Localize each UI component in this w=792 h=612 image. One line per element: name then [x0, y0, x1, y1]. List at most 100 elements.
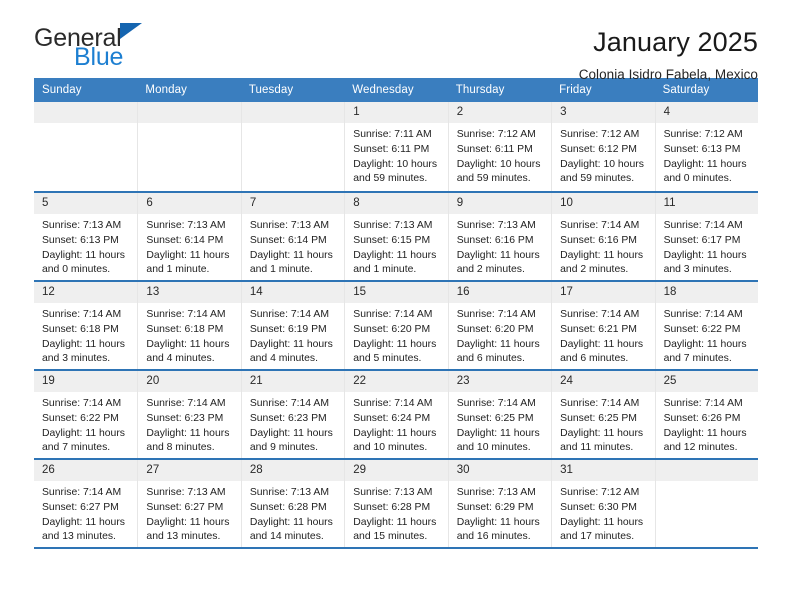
calendar-day-cell[interactable]: 2 Sunrise: 7:12 AM Sunset: 6:11 PM Daylight… [447, 102, 552, 191]
calendar-day-cell[interactable]: 11 Sunrise: 7:14 AM Sunset: 6:17 PM Dayligh… [654, 193, 758, 280]
sunrise-time: Sunrise: 7:14 AM [249, 398, 329, 409]
calendar-day-cell[interactable]: 12 Sunrise: 7:14 AM Sunset: 6:18 PM Dayligh… [34, 282, 138, 369]
daylight-duration-line2: and 10 minutes. [456, 442, 531, 454]
daylight-duration-line1: Daylight: 11 hours [353, 249, 437, 261]
day-number: 6 [138, 193, 241, 214]
day-number [655, 460, 758, 481]
day-details: Sunrise: 7:13 AM Sunset: 6:15 PM Daylight:… [345, 214, 447, 278]
calendar-day-cell[interactable]: 6 Sunrise: 7:13 AM Sunset: 6:14 PM Daylight… [137, 193, 241, 280]
sunrise-time: Sunrise: 7:14 AM [42, 487, 122, 498]
day-details: Sunrise: 7:14 AM Sunset: 6:27 PM Daylight:… [34, 481, 137, 545]
calendar-day-cell[interactable]: 16 Sunrise: 7:14 AM Sunset: 6:20 PM Dayligh… [447, 282, 552, 369]
sunset-time: Sunset: 6:15 PM [353, 234, 431, 246]
calendar-day-cell[interactable]: 3 Sunrise: 7:12 AM Sunset: 6:12 PM Daylight… [551, 102, 655, 191]
day-details: Sunrise: 7:13 AM Sunset: 6:28 PM Daylight:… [345, 481, 447, 545]
calendar-day-cell[interactable]: 8 Sunrise: 7:13 AM Sunset: 6:15 PM Daylight… [344, 193, 448, 280]
calendar-day-cell[interactable]: 14 Sunrise: 7:14 AM Sunset: 6:19 PM Dayligh… [240, 282, 345, 369]
day-details: Sunrise: 7:12 AM Sunset: 6:30 PM Daylight:… [552, 481, 654, 545]
day-details: Sunrise: 7:13 AM Sunset: 6:16 PM Daylight:… [449, 214, 551, 278]
day-number: 26 [34, 460, 138, 481]
daylight-duration-line2: and 2 minutes. [560, 264, 629, 276]
sunrise-time: Sunrise: 7:13 AM [353, 487, 433, 498]
title-block: January 2025 Colonia Isidro Fabela, Mexi… [579, 26, 758, 81]
daylight-duration-line2: and 6 minutes. [560, 353, 629, 365]
day-details: Sunrise: 7:14 AM Sunset: 6:22 PM Daylight:… [34, 392, 137, 456]
sunset-time: Sunset: 6:16 PM [456, 234, 534, 246]
day-number: 12 [34, 282, 138, 303]
weekday-header-tuesday: Tuesday [248, 84, 294, 96]
calendar-day-cell[interactable]: 27 Sunrise: 7:13 AM Sunset: 6:27 PM Dayligh… [137, 460, 241, 547]
calendar-day-cell[interactable]: 28 Sunrise: 7:13 AM Sunset: 6:28 PM Dayligh… [240, 460, 345, 547]
calendar-day-cell[interactable]: 13 Sunrise: 7:14 AM Sunset: 6:18 PM Dayligh… [137, 282, 241, 369]
day-number: 11 [655, 193, 758, 214]
daylight-duration-line2: and 13 minutes. [146, 531, 221, 543]
sunrise-time: Sunrise: 7:13 AM [249, 220, 329, 231]
calendar-day-cell[interactable]: 5 Sunrise: 7:13 AM Sunset: 6:13 PM Daylight… [34, 193, 138, 280]
sunrise-time: Sunrise: 7:13 AM [456, 220, 536, 231]
calendar-day-cell[interactable]: 26 Sunrise: 7:14 AM Sunset: 6:27 PM Dayligh… [34, 460, 138, 547]
calendar-day-cell[interactable]: 24 Sunrise: 7:14 AM Sunset: 6:25 PM Dayligh… [551, 371, 655, 458]
sunset-time: Sunset: 6:16 PM [560, 234, 637, 246]
blue-triangle-icon [119, 23, 142, 39]
day-details: Sunrise: 7:14 AM Sunset: 6:19 PM Daylight:… [242, 303, 344, 367]
calendar-day-cell[interactable]: 20 Sunrise: 7:14 AM Sunset: 6:23 PM Dayligh… [137, 371, 241, 458]
calendar-day-cell[interactable]: 19 Sunrise: 7:14 AM Sunset: 6:22 PM Dayligh… [34, 371, 138, 458]
calendar-day-cell[interactable]: 18 Sunrise: 7:14 AM Sunset: 6:22 PM Dayligh… [654, 282, 758, 369]
page-title: January 2025 [593, 27, 758, 57]
daylight-duration-line1: Daylight: 11 hours [663, 338, 747, 350]
calendar-day-cell[interactable]: 30 Sunrise: 7:13 AM Sunset: 6:29 PM Dayligh… [447, 460, 552, 547]
sunset-time: Sunset: 6:22 PM [42, 412, 119, 424]
day-number: 17 [552, 282, 655, 303]
day-details: Sunrise: 7:12 AM Sunset: 6:13 PM Daylight:… [656, 123, 758, 187]
daylight-duration-line2: and 16 minutes. [456, 531, 531, 543]
daylight-duration-line1: Daylight: 10 hours [353, 158, 438, 170]
day-number: 1 [345, 102, 448, 123]
sunset-time: Sunset: 6:11 PM [353, 143, 430, 155]
calendar-day-cell[interactable]: 22 Sunrise: 7:14 AM Sunset: 6:24 PM Dayligh… [344, 371, 448, 458]
calendar-day-cell[interactable]: 7 Sunrise: 7:13 AM Sunset: 6:14 PM Daylight… [240, 193, 345, 280]
sunrise-time: Sunrise: 7:14 AM [249, 309, 329, 320]
daylight-duration-line2: and 0 minutes. [42, 264, 111, 276]
daylight-duration-line1: Daylight: 11 hours [146, 338, 230, 350]
day-details: Sunrise: 7:14 AM Sunset: 6:20 PM Daylight:… [449, 303, 551, 367]
sunrise-time: Sunrise: 7:14 AM [456, 398, 536, 409]
calendar-day-cell[interactable]: 25 Sunrise: 7:14 AM Sunset: 6:26 PM Dayligh… [654, 371, 758, 458]
calendar-day-cell[interactable]: 1 Sunrise: 7:11 AM Sunset: 6:11 PM Daylight… [344, 102, 448, 191]
calendar-week-row: 1 Sunrise: 7:11 AM Sunset: 6:11 PM Daylight… [34, 102, 758, 191]
calendar-day-cell[interactable]: 31 Sunrise: 7:12 AM Sunset: 6:30 PM Dayligh… [551, 460, 655, 547]
calendar-day-cell[interactable]: 10 Sunrise: 7:14 AM Sunset: 6:16 PM Dayligh… [551, 193, 655, 280]
daylight-duration-line1: Daylight: 11 hours [249, 516, 333, 528]
calendar-day-cell[interactable]: 21 Sunrise: 7:14 AM Sunset: 6:23 PM Dayligh… [240, 371, 345, 458]
sunrise-time: Sunrise: 7:13 AM [249, 487, 329, 498]
sunrise-time: Sunrise: 7:12 AM [456, 129, 536, 140]
day-number [241, 102, 345, 123]
calendar-day-cell[interactable]: 4 Sunrise: 7:12 AM Sunset: 6:13 PM Daylight… [654, 102, 758, 191]
daylight-duration-line2: and 3 minutes. [663, 264, 732, 276]
daylight-duration-line1: Daylight: 11 hours [456, 516, 540, 528]
calendar-day-cell[interactable]: 15 Sunrise: 7:14 AM Sunset: 6:20 PM Dayligh… [344, 282, 448, 369]
calendar-day-cell[interactable]: 29 Sunrise: 7:13 AM Sunset: 6:28 PM Dayligh… [344, 460, 448, 547]
day-number: 18 [655, 282, 758, 303]
daylight-duration-line1: Daylight: 11 hours [663, 158, 747, 170]
sunrise-time: Sunrise: 7:13 AM [353, 220, 433, 231]
day-number: 19 [34, 371, 138, 392]
day-number: 23 [448, 371, 552, 392]
sunrise-time: Sunrise: 7:14 AM [560, 220, 640, 231]
sunset-time: Sunset: 6:12 PM [560, 143, 637, 155]
sunset-time: Sunset: 6:17 PM [663, 234, 741, 246]
calendar-day-cell-empty [34, 102, 138, 191]
sunrise-time: Sunrise: 7:14 AM [663, 309, 743, 320]
brand-logo[interactable]: General Blue [34, 23, 234, 78]
day-number: 10 [552, 193, 655, 214]
daylight-duration-line1: Daylight: 11 hours [560, 427, 644, 439]
calendar-day-cell[interactable]: 17 Sunrise: 7:14 AM Sunset: 6:21 PM Dayligh… [551, 282, 655, 369]
sunrise-time: Sunrise: 7:14 AM [560, 309, 640, 320]
day-number: 14 [241, 282, 345, 303]
sunrise-time: Sunrise: 7:14 AM [42, 398, 122, 409]
calendar-day-cell[interactable]: 9 Sunrise: 7:13 AM Sunset: 6:16 PM Daylight… [447, 193, 552, 280]
sunset-time: Sunset: 6:30 PM [560, 501, 637, 513]
daylight-duration-line1: Daylight: 11 hours [353, 338, 437, 350]
sunrise-time: Sunrise: 7:14 AM [146, 398, 226, 409]
calendar-day-cell-empty [240, 102, 345, 191]
calendar-day-cell[interactable]: 23 Sunrise: 7:14 AM Sunset: 6:25 PM Dayligh… [447, 371, 552, 458]
